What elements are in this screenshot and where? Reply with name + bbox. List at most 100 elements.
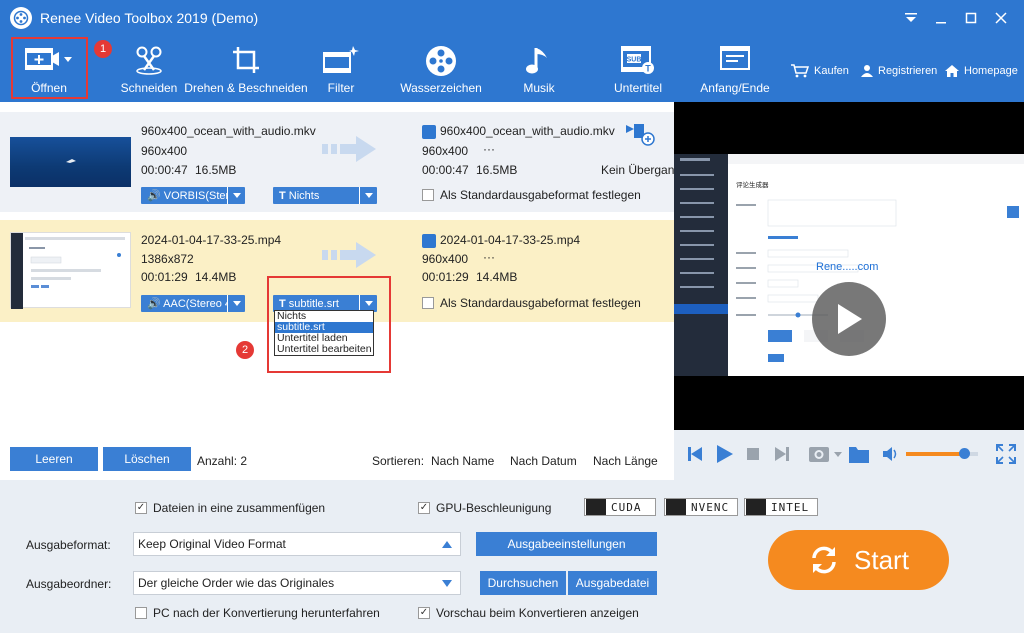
output-filename: 2024-01-04-17-33-25.mp4: [440, 233, 581, 247]
stop-icon[interactable]: [747, 448, 759, 460]
audio-track-dropdown[interactable]: 🔊 VORBIS(Stere: [141, 187, 245, 204]
video-thumbnail[interactable]: [10, 232, 131, 309]
title-bar: Renee Video Toolbox 2019 (Demo): [0, 0, 1024, 36]
skip-back-icon[interactable]: [688, 446, 702, 462]
volume-slider[interactable]: [906, 448, 978, 459]
output-size: 14.4MB: [476, 270, 518, 284]
source-resolution: 1386x872: [141, 252, 194, 266]
output-size: 16.5MB: [476, 163, 518, 177]
menu-dropdown-icon[interactable]: [896, 6, 926, 30]
app-window: Renee Video Toolbox 2019 (Demo) Öffnen 1…: [0, 0, 1024, 633]
intro-outro-icon: [718, 44, 752, 77]
cuda-badge: CUDA: [584, 498, 656, 516]
folder-icon[interactable]: [848, 444, 870, 464]
minimize-icon[interactable]: [926, 6, 956, 30]
cart-icon: [791, 64, 810, 78]
output-format-label: Ausgabeformat:: [26, 538, 111, 552]
subtitle-icon: SUB T: [618, 44, 658, 79]
play-overlay-icon[interactable]: [812, 282, 886, 356]
output-more[interactable]: ···: [483, 142, 495, 156]
output-filename: 960x400_ocean_with_audio.mkv: [440, 124, 615, 138]
convert-arrow-icon: [322, 136, 376, 162]
rotate-crop-button[interactable]: Drehen & Beschneiden: [184, 36, 308, 102]
watermark-label: Wasserzeichen: [400, 81, 482, 95]
source-filename: 960x400_ocean_with_audio.mkv: [141, 124, 316, 138]
edit-output-icon[interactable]: [422, 234, 436, 248]
watermark-button[interactable]: Wasserzeichen: [398, 36, 484, 102]
homepage-link[interactable]: Homepage: [944, 64, 1018, 78]
cut-label: Schneiden: [120, 81, 178, 95]
sort-by-length[interactable]: Nach Länge: [593, 454, 658, 468]
video-preview[interactable]: 评论生成器 Rene.....com: [674, 102, 1024, 430]
user-icon: [861, 65, 873, 77]
output-more[interactable]: ···: [483, 250, 495, 264]
nvidia-logo-icon: [666, 499, 686, 515]
source-size: 14.4MB: [195, 270, 237, 284]
subtitle-button[interactable]: SUB T Untertitel: [606, 36, 670, 102]
add-transition-icon[interactable]: [625, 121, 657, 147]
snapshot-icon[interactable]: [808, 443, 844, 465]
output-resolution: 960x400: [422, 144, 469, 158]
shutdown-checkbox[interactable]: PC nach der Konvertierung herunterfahren: [135, 606, 380, 620]
output-folder-select[interactable]: Der gleiche Order wie das Originales: [133, 571, 461, 595]
chevron-up-icon: [442, 541, 452, 548]
start-button[interactable]: Start: [768, 530, 949, 590]
delete-button[interactable]: Löschen: [103, 447, 191, 471]
source-filename: 2024-01-04-17-33-25.mp4: [141, 233, 282, 247]
default-format-checkbox[interactable]: Als Standardausgabeformat festlegen: [422, 188, 641, 202]
transition-label: Kein Übergang: [601, 163, 682, 177]
preview-convert-checkbox[interactable]: Vorschau beim Konvertieren anzeigen: [418, 606, 639, 620]
sort-by-date[interactable]: Nach Datum: [510, 454, 577, 468]
volume-icon[interactable]: [882, 445, 900, 463]
play-icon[interactable]: [716, 444, 734, 464]
text-icon: T: [279, 189, 289, 202]
home-icon: [945, 65, 959, 77]
preview-frame: 评论生成器 Rene.....com: [674, 154, 1024, 376]
convert-arrow-icon: [322, 242, 376, 268]
filter-icon: [322, 44, 360, 79]
subtitle-dropdown[interactable]: T Nichts: [273, 187, 377, 204]
output-file-button[interactable]: Ausgabedatei: [568, 571, 657, 595]
output-settings-button[interactable]: Ausgabeeinstellungen: [476, 532, 657, 556]
output-duration: 00:00:47: [422, 163, 469, 177]
output-folder-label: Ausgabeordner:: [26, 577, 112, 591]
file-row[interactable]: 960x400_ocean_with_audio.mkv 960x400 00:…: [0, 112, 681, 212]
chevron-down-icon: [227, 187, 245, 204]
app-logo-icon: [10, 7, 32, 29]
sort-by-name[interactable]: Nach Name: [431, 454, 494, 468]
merge-checkbox[interactable]: Dateien in eine zusammenfügen: [135, 501, 325, 515]
cut-button[interactable]: Schneiden: [118, 36, 180, 102]
svg-text:评论生成器: 评论生成器: [736, 180, 769, 189]
rotate-crop-label: Drehen & Beschneiden: [184, 81, 308, 95]
default-format-checkbox[interactable]: Als Standardausgabeformat festlegen: [422, 296, 641, 310]
annotation-badge-1: 1: [94, 40, 112, 58]
music-label: Musik: [523, 81, 555, 95]
output-resolution: 960x400: [422, 252, 469, 266]
scissors-icon: [133, 44, 165, 79]
edit-output-icon[interactable]: [422, 125, 436, 139]
start-end-button[interactable]: Anfang/Ende: [698, 36, 772, 102]
nvenc-badge: NVENC: [664, 498, 738, 516]
browse-button[interactable]: Durchsuchen: [480, 571, 566, 595]
maximize-icon[interactable]: [956, 6, 986, 30]
music-button[interactable]: Musik: [518, 36, 560, 102]
subtitle-option[interactable]: Untertitel bearbeiten: [275, 344, 373, 355]
buy-link[interactable]: Kaufen: [790, 64, 849, 78]
main-toolbar: Öffnen 1 Schneiden Drehen & Beschneiden …: [0, 36, 1024, 102]
filter-button[interactable]: Filter: [318, 36, 364, 102]
video-thumbnail[interactable]: [10, 137, 131, 187]
register-link[interactable]: Registrieren: [860, 64, 937, 78]
output-format-select[interactable]: Keep Original Video Format: [133, 532, 461, 556]
svg-text:Rene.....com: Rene.....com: [816, 261, 878, 273]
source-duration: 00:01:29: [141, 270, 188, 284]
close-icon[interactable]: [986, 6, 1016, 30]
volume-knob[interactable]: [958, 448, 970, 459]
gpu-checkbox[interactable]: GPU-Beschleunigung: [418, 501, 551, 515]
skip-forward-icon[interactable]: [775, 446, 789, 462]
fullscreen-icon[interactable]: [996, 444, 1016, 464]
clear-button[interactable]: Leeren: [10, 447, 98, 471]
subtitle-options-list: Nichts subtitle.srt Untertitel laden Unt…: [274, 310, 374, 356]
chevron-down-icon: [227, 295, 245, 312]
audio-track-dropdown[interactable]: 🔊 AAC(Stereo 4: [141, 295, 245, 312]
window-title: Renee Video Toolbox 2019 (Demo): [40, 10, 259, 26]
